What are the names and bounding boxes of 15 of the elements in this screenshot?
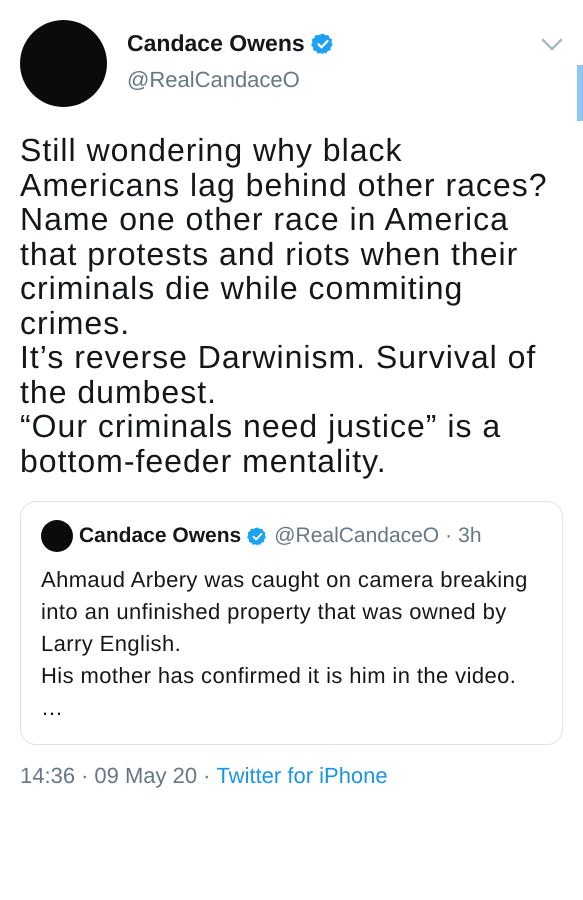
separator: · <box>81 763 88 789</box>
tweet-time: 14:36 <box>20 763 76 789</box>
author-handle: @RealCandaceO <box>127 67 301 93</box>
separator: · <box>445 524 452 548</box>
scroll-indicator <box>577 65 583 121</box>
avatar <box>41 520 73 552</box>
author-name: Candace Owens <box>79 524 242 548</box>
tweet-date: 09 May 20 <box>94 763 198 789</box>
author-name: Candace Owens <box>127 30 305 57</box>
quoted-tweet-text: Ahmaud Arbery was caught on camera breaking into an unfinished property that was owned by Larry English. His mother has confirmed it is him in the video. … <box>41 566 529 722</box>
author-handle: @RealCandaceO <box>274 524 440 548</box>
separator: · <box>203 763 210 789</box>
tweet-age: 3h <box>458 524 482 548</box>
tweet-text: Still wondering why black Americans lag behind other races? Name one other race in America that protests and riots when their criminals die while commiting crimes. It’s reverse Darwinism. Survival of the dumbest. “Our criminals need justice” is a bottom-feeder mentality. <box>20 133 548 478</box>
quoted-tweet-card[interactable]: Candace Owens @RealCandaceO · 3h Ahmaud Arbery was caught on camera breaking into an unfinished property that was owned by Larry English. His mother has confirmed it is him in the video. … <box>20 501 563 745</box>
